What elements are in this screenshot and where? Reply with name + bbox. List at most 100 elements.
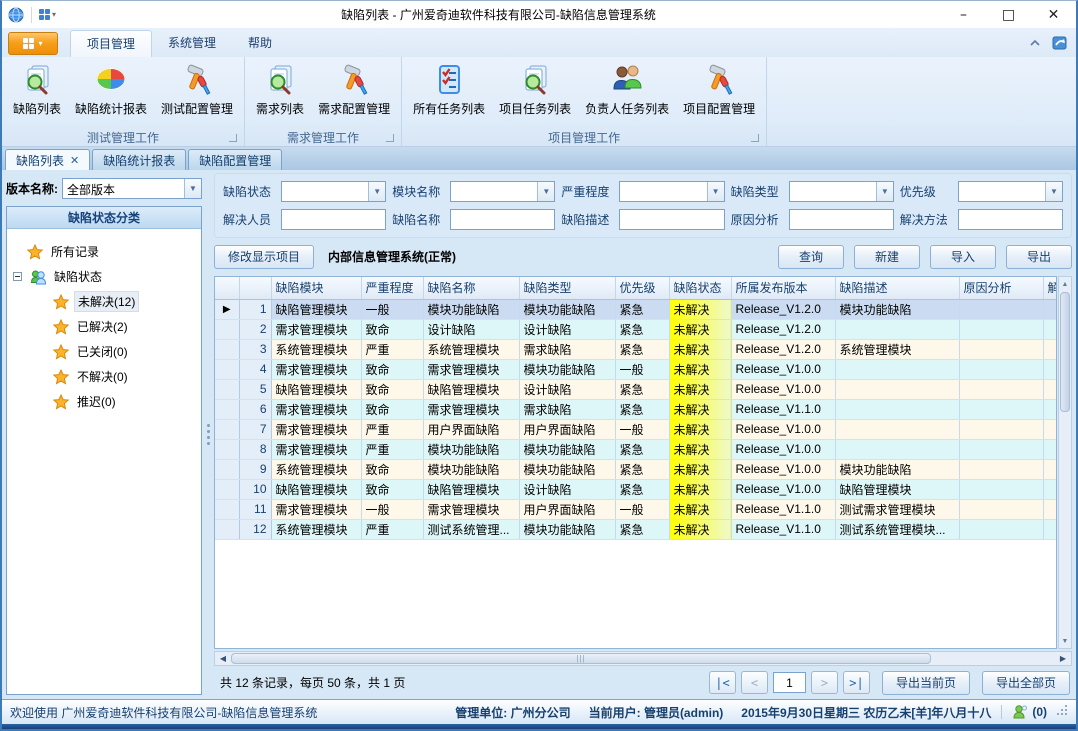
ribbon-button-2-2[interactable]: 负责人任务列表 <box>578 60 676 119</box>
cell <box>835 379 959 399</box>
table-footer: 共 12 条记录，每页 50 条，共 1 页 |< < > >| 导出当前页 导… <box>214 666 1072 699</box>
col-header-8[interactable]: 原因分析 <box>959 277 1043 299</box>
col-header-5[interactable]: 缺陷状态 <box>669 277 731 299</box>
col-header-7[interactable]: 缺陷描述 <box>835 277 959 299</box>
scroll-left-icon[interactable]: ◀ <box>215 654 231 663</box>
dialog-launcher-icon[interactable] <box>386 134 394 142</box>
ribbon-button-2-1[interactable]: 项目任务列表 <box>492 60 578 119</box>
tree-item-1[interactable]: 缺陷状态 <box>11 264 197 289</box>
filter-input-1-4[interactable] <box>958 209 1063 230</box>
table-row[interactable]: 2需求管理模块致命设计缺陷设计缺陷紧急未解决Release_V1.2.0 <box>215 319 1057 339</box>
horizontal-scrollbar[interactable]: ◀ ||| ▶ <box>214 651 1072 666</box>
collapse-ribbon-icon[interactable] <box>1028 36 1042 50</box>
col-header-9[interactable]: 解决方法 <box>1043 277 1057 299</box>
table-row[interactable]: 9系统管理模块致命模块功能缺陷模块功能缺陷紧急未解决Release_V1.0.0… <box>215 459 1057 479</box>
doc-tab-1[interactable]: 缺陷统计报表 <box>92 149 186 170</box>
col-header-6[interactable]: 所属发布版本 <box>731 277 835 299</box>
maximize-button[interactable]: □ <box>986 1 1031 28</box>
chevron-down-icon[interactable]: ▼ <box>1045 182 1062 201</box>
cell: 模块功能缺陷 <box>835 299 959 319</box>
col-header-3[interactable]: 缺陷类型 <box>519 277 615 299</box>
ribbon-button-2-0[interactable]: 所有任务列表 <box>406 60 492 119</box>
prev-page-button[interactable]: < <box>741 671 768 694</box>
col-header-1[interactable]: 严重程度 <box>361 277 423 299</box>
ribbon-tab-1[interactable]: 系统管理 <box>152 30 232 57</box>
cell: 未解决 <box>669 399 731 419</box>
application-menu-button[interactable]: ▾ <box>8 32 58 55</box>
star-icon <box>53 319 69 335</box>
chevron-down-icon[interactable]: ▼ <box>537 182 554 201</box>
filter-select-0-0[interactable]: ▼ <box>281 181 386 202</box>
close-button[interactable]: ✕ <box>1031 1 1076 28</box>
export-current-page-button[interactable]: 导出当前页 <box>882 671 970 695</box>
scroll-down-icon[interactable]: ▼ <box>1059 634 1071 648</box>
page-number-input[interactable] <box>773 672 806 693</box>
col-header-4[interactable]: 优先级 <box>615 277 669 299</box>
first-page-button[interactable]: |< <box>709 671 736 694</box>
filter-input-1-2[interactable] <box>619 209 724 230</box>
table-row[interactable]: 12系统管理模块严重测试系统管理...模块功能缺陷紧急未解决Release_V1… <box>215 519 1057 539</box>
table-row[interactable]: 11需求管理模块一般需求管理模块用户界面缺陷一般未解决Release_V1.1.… <box>215 499 1057 519</box>
export-button[interactable]: 导出 <box>1006 245 1072 269</box>
filter-input-1-3[interactable] <box>789 209 894 230</box>
table-row[interactable]: 6需求管理模块致命需求管理模块需求缺陷紧急未解决Release_V1.1.0 <box>215 399 1057 419</box>
chevron-down-icon[interactable]: ▼ <box>184 179 201 198</box>
doc-tab-0[interactable]: 缺陷列表✕ <box>5 149 90 170</box>
filter-select-0-1[interactable]: ▼ <box>450 181 555 202</box>
filter-input-1-1[interactable] <box>450 209 555 230</box>
col-header-0[interactable]: 缺陷模块 <box>271 277 361 299</box>
table-row[interactable]: 3系统管理模块严重系统管理模块需求缺陷紧急未解决Release_V1.2.0系统… <box>215 339 1057 359</box>
panel-splitter[interactable] <box>204 170 212 699</box>
quick-access-toolbar-button[interactable]: ▾ <box>39 9 56 20</box>
scrollbar-thumb[interactable] <box>1060 292 1070 412</box>
filter-input-1-0[interactable] <box>281 209 386 230</box>
version-select[interactable]: 全部版本 ▼ <box>62 178 202 199</box>
new-button[interactable]: 新建 <box>854 245 920 269</box>
collapse-toggle-icon[interactable] <box>13 272 22 281</box>
scroll-right-icon[interactable]: ▶ <box>1055 654 1071 663</box>
tree-item-5[interactable]: 不解决(0) <box>11 364 197 389</box>
table-row[interactable]: 4需求管理模块致命需求管理模块模块功能缺陷一般未解决Release_V1.0.0 <box>215 359 1057 379</box>
tree-item-6[interactable]: 推迟(0) <box>11 389 197 414</box>
dialog-launcher-icon[interactable] <box>751 134 759 142</box>
table-row[interactable]: ▶1缺陷管理模块一般模块功能缺陷模块功能缺陷紧急未解决Release_V1.2.… <box>215 299 1057 319</box>
tree-item-3[interactable]: 已解决(2) <box>11 314 197 339</box>
filter-select-0-4[interactable]: ▼ <box>958 181 1063 202</box>
scroll-up-icon[interactable]: ▲ <box>1059 277 1071 291</box>
chevron-down-icon[interactable]: ▼ <box>707 182 724 201</box>
tree-item-4[interactable]: 已关闭(0) <box>11 339 197 364</box>
scrollbar-thumb[interactable]: ||| <box>231 653 931 664</box>
ribbon-button-2-3[interactable]: 项目配置管理 <box>676 60 762 119</box>
chevron-down-icon[interactable]: ▼ <box>876 182 893 201</box>
next-page-button[interactable]: > <box>811 671 838 694</box>
search-button[interactable]: 查询 <box>778 245 844 269</box>
tree-item-2[interactable]: 未解决(12) <box>11 289 197 314</box>
col-header-2[interactable]: 缺陷名称 <box>423 277 519 299</box>
ribbon-button-1-0[interactable]: 需求列表 <box>249 60 311 119</box>
ribbon-button-0-0[interactable]: 缺陷列表 <box>6 60 68 119</box>
chevron-down-icon[interactable]: ▼ <box>368 182 385 201</box>
table-row[interactable]: 7需求管理模块严重用户界面缺陷用户界面缺陷一般未解决Release_V1.0.0 <box>215 419 1057 439</box>
ribbon-tab-2[interactable]: 帮助 <box>232 30 288 57</box>
dialog-launcher-icon[interactable] <box>229 134 237 142</box>
last-page-button[interactable]: >| <box>843 671 870 694</box>
import-button[interactable]: 导入 <box>930 245 996 269</box>
filter-select-0-2[interactable]: ▼ <box>619 181 724 202</box>
filter-select-0-3[interactable]: ▼ <box>789 181 894 202</box>
table-row[interactable]: 10缺陷管理模块致命缺陷管理模块设计缺陷紧急未解决Release_V1.0.0缺… <box>215 479 1057 499</box>
vertical-scrollbar[interactable]: ▲ ▼ <box>1058 276 1072 649</box>
close-tab-icon[interactable]: ✕ <box>70 154 79 167</box>
ribbon-button-1-1[interactable]: 需求配置管理 <box>311 60 397 119</box>
table-row[interactable]: 5缺陷管理模块致命缺陷管理模块设计缺陷紧急未解决Release_V1.0.0 <box>215 379 1057 399</box>
resize-grip[interactable] <box>1057 705 1068 719</box>
export-all-pages-button[interactable]: 导出全部页 <box>982 671 1070 695</box>
minimize-button[interactable]: – <box>941 1 986 28</box>
ribbon-button-0-2[interactable]: 测试配置管理 <box>154 60 240 119</box>
tree-item-0[interactable]: 所有记录 <box>11 239 197 264</box>
doc-tab-2[interactable]: 缺陷配置管理 <box>188 149 282 170</box>
help-icon[interactable] <box>1052 35 1068 51</box>
ribbon-button-0-1[interactable]: 缺陷统计报表 <box>68 60 154 119</box>
table-row[interactable]: 8需求管理模块严重模块功能缺陷模块功能缺陷紧急未解决Release_V1.0.0 <box>215 439 1057 459</box>
modify-display-items-button[interactable]: 修改显示项目 <box>214 245 314 269</box>
ribbon-tab-0[interactable]: 项目管理 <box>70 30 152 57</box>
